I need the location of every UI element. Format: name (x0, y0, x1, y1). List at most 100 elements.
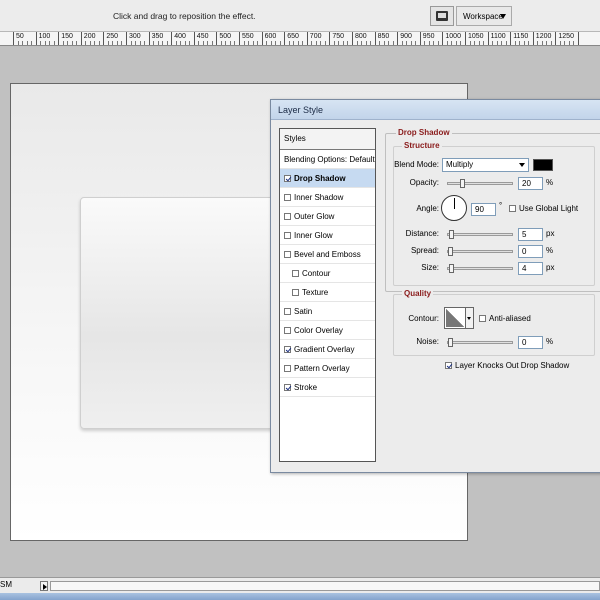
ruler-minor-tick (501, 41, 503, 45)
ruler-minor-tick (424, 41, 426, 45)
style-item-label: Inner Glow (294, 231, 333, 240)
workspace-menu-button[interactable]: Workspace (456, 6, 512, 26)
angle-input[interactable]: 90 (471, 203, 496, 216)
anti-aliased-box[interactable] (479, 315, 486, 322)
style-checkbox[interactable] (284, 346, 291, 353)
layer-style-dialog: Layer Style Styles Blending Options: Def… (270, 99, 600, 473)
use-global-light-box[interactable] (509, 205, 516, 212)
ruler-minor-tick (53, 41, 55, 45)
ruler-minor-tick (297, 41, 299, 45)
size-label: Size: (421, 263, 439, 272)
style-checkbox[interactable] (284, 308, 291, 315)
style-checkbox[interactable] (284, 251, 291, 258)
noise-input[interactable]: 0 (518, 336, 543, 349)
ruler-minor-tick (293, 41, 295, 45)
size-slider-thumb[interactable] (449, 264, 455, 273)
knockout-box[interactable] (445, 362, 452, 369)
angle-dial[interactable] (441, 195, 467, 221)
options-bar: Click and drag to reposition the effect.… (0, 0, 600, 32)
distance-slider[interactable] (447, 230, 513, 239)
angle-unit: ° (499, 201, 503, 210)
noise-slider[interactable] (447, 338, 513, 347)
spread-slider-thumb[interactable] (448, 247, 453, 256)
angle-label: Angle: (416, 204, 439, 213)
size-slider[interactable] (447, 264, 513, 273)
spread-input[interactable]: 0 (518, 245, 543, 258)
ruler-minor-tick (320, 41, 322, 45)
style-item-drop-shadow[interactable]: Drop Shadow (280, 169, 375, 188)
style-item-label: Bevel and Emboss (294, 250, 361, 259)
style-checkbox[interactable] (284, 384, 291, 391)
shadow-color-swatch[interactable] (533, 159, 553, 171)
workspace-icon[interactable] (430, 6, 454, 26)
style-item-outer-glow[interactable]: Outer Glow (280, 207, 375, 226)
ruler-minor-tick (564, 41, 566, 45)
opacity-input[interactable]: 20 (518, 177, 543, 190)
distance-input[interactable]: 5 (518, 228, 543, 241)
ruler-minor-tick (537, 41, 539, 45)
status-menu-arrow-icon[interactable] (40, 581, 48, 591)
style-checkbox[interactable] (292, 289, 299, 296)
ruler-minor-tick (415, 41, 417, 45)
style-item-texture[interactable]: Texture (280, 283, 375, 302)
knockout-checkbox[interactable]: Layer Knocks Out Drop Shadow (445, 361, 569, 370)
ruler-label: 950 (422, 33, 435, 40)
use-global-light-checkbox[interactable]: Use Global Light (509, 204, 578, 213)
horizontal-ruler[interactable]: 50 100 150 200 250 300 350 400 450 500 550 600 650 70… (0, 32, 600, 46)
style-item-blending-options-default[interactable]: Blending Options: Default (280, 150, 375, 169)
ruler-minor-tick (428, 41, 430, 45)
ruler-tick (465, 32, 466, 45)
horizontal-scrollbar[interactable] (50, 581, 600, 591)
ruler-minor-tick (135, 41, 137, 45)
ruler-minor-tick (107, 41, 109, 45)
style-checkbox[interactable] (292, 270, 299, 277)
status-bar: SM (0, 577, 600, 600)
styles-header[interactable]: Styles (280, 129, 375, 150)
opacity-slider-thumb[interactable] (459, 179, 465, 188)
ruler-minor-tick (541, 41, 543, 45)
ruler-label: 350 (151, 33, 164, 40)
distance-slider-thumb[interactable] (449, 230, 455, 239)
contour-preview[interactable] (444, 307, 466, 329)
style-item-contour[interactable]: Contour (280, 264, 375, 283)
spread-slider[interactable] (447, 247, 513, 256)
style-item-stroke[interactable]: Stroke (280, 378, 375, 397)
blend-mode-select[interactable]: Multiply (442, 158, 529, 172)
style-checkbox[interactable] (284, 213, 291, 220)
ruler-minor-tick (67, 41, 69, 45)
style-item-bevel-and-emboss[interactable]: Bevel and Emboss (280, 245, 375, 264)
size-input[interactable]: 4 (518, 262, 543, 275)
style-item-satin[interactable]: Satin (280, 302, 375, 321)
style-item-pattern-overlay[interactable]: Pattern Overlay (280, 359, 375, 378)
spread-unit: % (546, 246, 554, 255)
ruler-minor-tick (40, 41, 42, 45)
style-item-inner-glow[interactable]: Inner Glow (280, 226, 375, 245)
opacity-slider[interactable] (447, 179, 513, 188)
ruler-tick (193, 32, 195, 45)
style-checkbox[interactable] (284, 232, 291, 239)
anti-aliased-checkbox[interactable]: Anti-aliased (479, 314, 531, 323)
ruler-tick (532, 32, 534, 45)
style-item-gradient-overlay[interactable]: Gradient Overlay (280, 340, 375, 359)
ruler-minor-tick (270, 41, 272, 45)
style-checkbox[interactable] (284, 194, 291, 201)
ruler-tick (148, 32, 150, 45)
style-checkbox[interactable] (284, 175, 291, 182)
style-checkbox[interactable] (284, 365, 291, 372)
ruler-tick (510, 32, 512, 45)
contour-dropdown-icon[interactable] (466, 307, 474, 329)
ruler-minor-tick (383, 41, 385, 45)
style-checkbox[interactable] (284, 327, 291, 334)
ruler-minor-tick (519, 41, 521, 45)
dialog-title[interactable]: Layer Style (271, 100, 600, 120)
style-item-inner-shadow[interactable]: Inner Shadow (280, 188, 375, 207)
ruler-minor-tick (370, 41, 372, 45)
style-item-color-overlay[interactable]: Color Overlay (280, 321, 375, 340)
hint-text: Click and drag to reposition the effect. (113, 11, 256, 21)
ruler-label: 1200 (535, 33, 552, 40)
distance-unit: px (546, 229, 555, 238)
ruler-tick (352, 32, 353, 45)
ruler-tick (578, 32, 579, 45)
noise-slider-thumb[interactable] (448, 338, 453, 347)
rounded-rectangle-layer[interactable] (80, 197, 290, 429)
